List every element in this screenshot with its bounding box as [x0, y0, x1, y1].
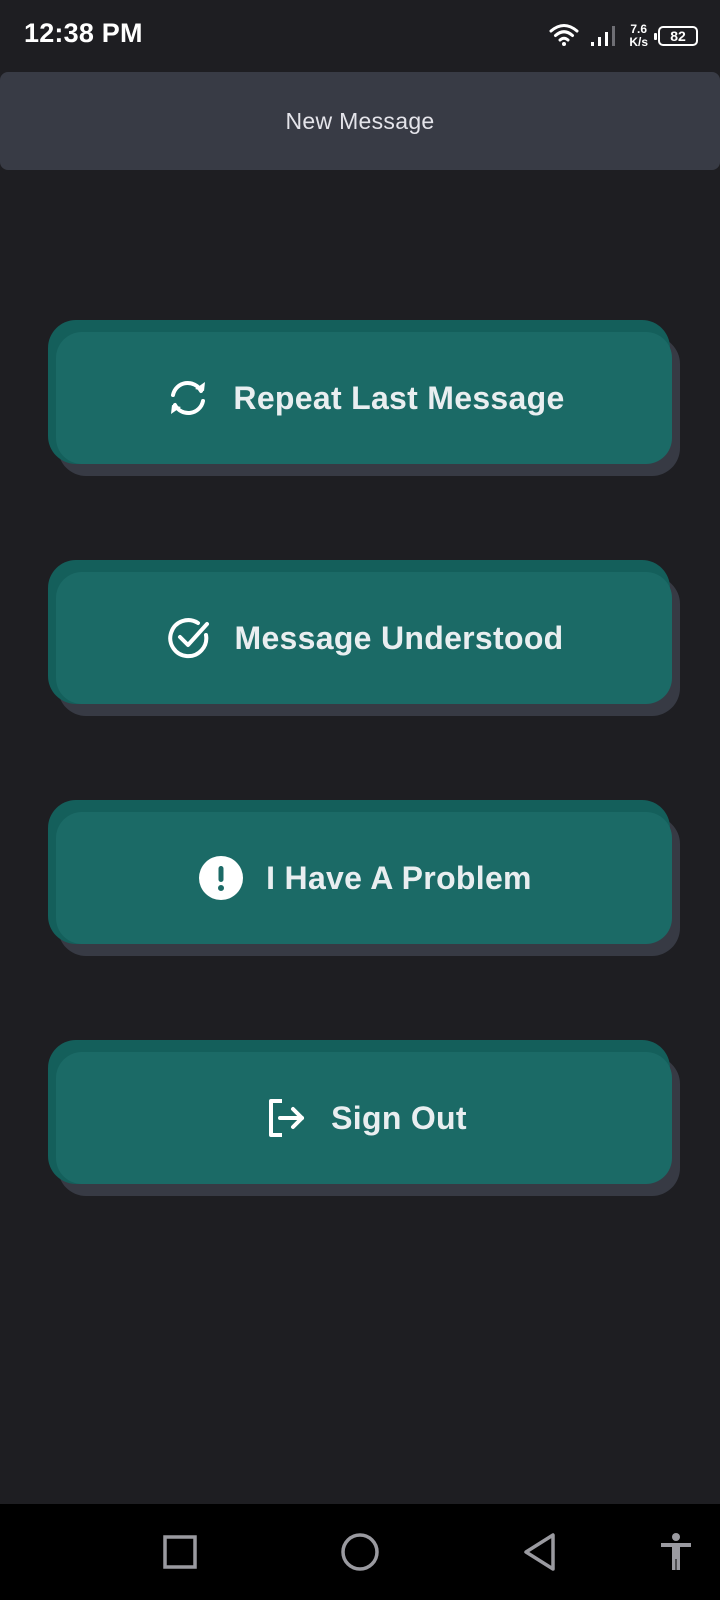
page-title: New Message — [285, 107, 435, 134]
repeat-last-message-button-wrapper: Repeat Last Message — [48, 320, 680, 476]
navigation-bar — [0, 1504, 720, 1600]
sign-out-button[interactable]: Sign Out — [56, 1052, 672, 1184]
alert-circle-icon — [196, 853, 246, 903]
message-understood-button-wrapper: Message Understood — [48, 560, 680, 716]
sign-out-button-wrapper: Sign Out — [48, 1040, 680, 1196]
message-understood-label: Message Understood — [234, 619, 564, 656]
i-have-a-problem-label: I Have A Problem — [266, 859, 532, 896]
home-circle-icon[interactable] — [336, 1528, 384, 1576]
recents-square-icon[interactable] — [156, 1528, 204, 1576]
message-understood-button[interactable]: Message Understood — [56, 572, 672, 704]
signal-icon — [589, 21, 619, 52]
repeat-last-message-label: Repeat Last Message — [233, 379, 565, 416]
network-speed: 7.6 K/s — [629, 23, 648, 49]
network-speed-unit: K/s — [629, 35, 648, 49]
app-bar: New Message — [0, 72, 720, 170]
back-triangle-icon[interactable] — [516, 1528, 564, 1576]
sign-out-label: Sign Out — [331, 1099, 467, 1136]
status-time: 12:38 PM — [24, 18, 143, 48]
refresh-icon — [163, 373, 213, 423]
battery-level: 82 — [670, 28, 686, 44]
accessibility-icon[interactable] — [652, 1528, 700, 1576]
i-have-a-problem-button-wrapper: I Have A Problem — [48, 800, 680, 956]
check-circle-icon — [164, 613, 214, 663]
i-have-a-problem-button[interactable]: I Have A Problem — [56, 812, 672, 944]
repeat-last-message-button[interactable]: Repeat Last Message — [56, 332, 672, 464]
battery-icon: 82 — [654, 26, 698, 46]
status-bar: 12:38 PM 7.6 K/s 82 — [0, 0, 720, 72]
wifi-icon — [549, 22, 579, 51]
status-icons: 7.6 K/s 82 — [549, 20, 698, 52]
logout-icon — [261, 1093, 311, 1143]
